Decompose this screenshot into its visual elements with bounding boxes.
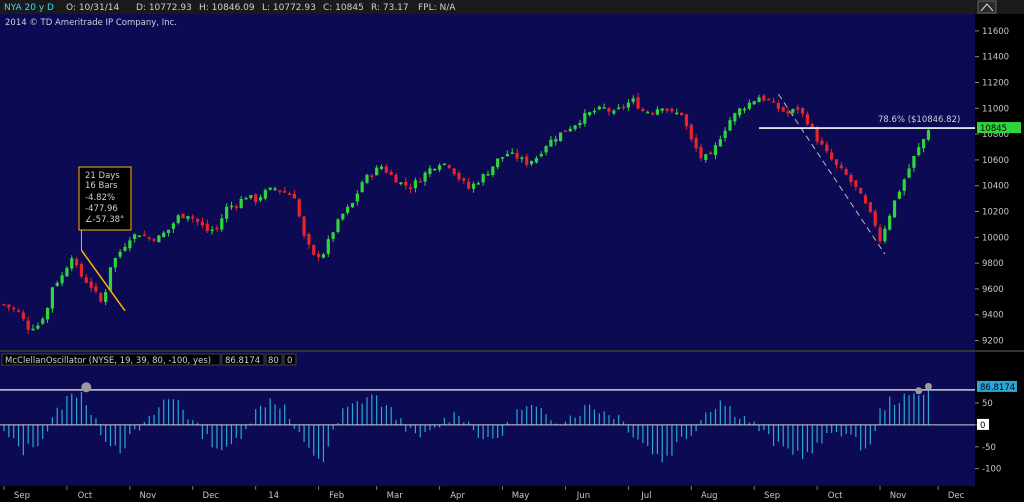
price-tick-label: 11000 [982,104,1009,114]
svg-text:21 Days: 21 Days [85,171,120,181]
svg-text:16 Bars: 16 Bars [85,181,118,191]
time-tick-label: Mar [387,491,404,501]
time-tick-label: 14 [268,491,279,501]
svg-text:-4.82%: -4.82% [85,193,115,203]
candle [873,208,877,228]
oscillator-axis: -100 -50 50 [975,399,1001,475]
candle [868,201,872,214]
price-tick-label: 10600 [982,156,1009,166]
svg-text:86.8174: 86.8174 [225,356,260,366]
price-tick-label: 10000 [982,233,1009,243]
time-tick-label: Apr [450,491,465,501]
copyright-label: 2014 © TD Ameritrade IP Company, Inc. [5,18,177,28]
time-tick-label: Sep [764,491,780,501]
candle [781,106,785,113]
price-tick-label: 11400 [982,53,1009,63]
svg-text:0: 0 [287,356,292,366]
time-tick-label: Jun [576,491,590,501]
drawing-tool-icon[interactable] [977,0,997,14]
time-tick-label: Dec [203,491,220,501]
time-tick-label: Nov [140,491,157,501]
candle [563,130,568,133]
fib-label: 78.6% ($10846.82) [878,115,960,125]
price-tick-label: 9800 [982,259,1004,269]
candle [79,262,84,279]
time-tick-label: Nov [890,491,907,501]
svg-text:-477.96: -477.96 [85,204,118,214]
price-tick-label: 9200 [982,337,1004,347]
chart-window: NYA 20 y D O: 10/31/14 D: 10772.93 H: 10… [0,0,1024,502]
candle [926,129,931,142]
svg-text:McClellanOscillator (NYSE, 19,: McClellanOscillator (NYSE, 19, 39, 80, -… [5,356,211,366]
ohlc-range: R: 73.17 [371,3,409,13]
svg-text:0: 0 [980,421,985,431]
time-tick-label: May [512,491,530,501]
osc-marker [81,382,92,393]
candle [181,213,185,219]
osc-tick-label: -100 [982,465,1001,475]
time-tick-label: Oct [828,491,843,501]
candle [302,215,306,239]
oscillator-header: McClellanOscillator (NYSE, 19, 39, 80, -… [1,353,297,366]
oscillator-zero-tag: 0 [977,418,989,431]
ohlc-open: O: 10/31/14 [66,3,120,13]
candle [336,218,340,234]
candle [559,132,563,142]
candle [297,197,301,218]
chart-canvas: NYA 20 y D O: 10/31/14 D: 10772.93 H: 10… [0,0,1024,502]
oscillator-value-tag: 86.8174 [977,380,1017,393]
price-panel [0,14,975,350]
price-tick-label: 10200 [982,208,1009,218]
svg-text:86.8174: 86.8174 [980,383,1015,393]
time-tick-label: Dec [948,491,965,501]
measure-annotation: 21 Days 16 Bars -4.82% -477.96 ∠-57.38° [78,166,132,231]
symbol-label: NYA 20 y D [4,3,54,13]
ohlc-date-open: D: 10772.93 [136,3,192,13]
candle [859,187,863,194]
candle [312,244,316,256]
osc-tick-label: 50 [982,399,993,409]
time-tick-label: Aug [701,491,718,501]
fpl-label: FPL: N/A [418,3,456,13]
last-price-tag: 10845 [977,122,1021,134]
time-tick-label: Jul [640,491,651,501]
price-tick-label: 9600 [982,285,1004,295]
ohlc-close: C: 10845 [323,3,364,13]
ohlc-low: L: 10772.93 [262,3,316,13]
price-tick-label: 9400 [982,311,1004,321]
time-tick-label: Sep [14,491,30,501]
candle [99,291,103,304]
osc-marker [924,382,932,390]
time-tick-label: Oct [78,491,93,501]
price-tick-label: 10400 [982,182,1009,192]
svg-text:10845: 10845 [980,124,1007,134]
candle [157,234,161,243]
svg-text:∠-57.38°: ∠-57.38° [85,215,124,225]
price-tick-label: 11600 [982,27,1009,37]
svg-text:80: 80 [268,356,279,366]
candle [350,202,355,208]
osc-marker [915,387,923,395]
price-axis: 9200940096009800100001020010400106001080… [975,27,1009,347]
price-tick-label: 11200 [982,79,1009,89]
osc-tick-label: -50 [982,443,996,453]
candle [892,200,897,219]
ohlc-high: H: 10846.09 [199,3,255,13]
candle [365,173,369,184]
candle [888,214,892,231]
time-tick-label: Feb [329,491,344,501]
